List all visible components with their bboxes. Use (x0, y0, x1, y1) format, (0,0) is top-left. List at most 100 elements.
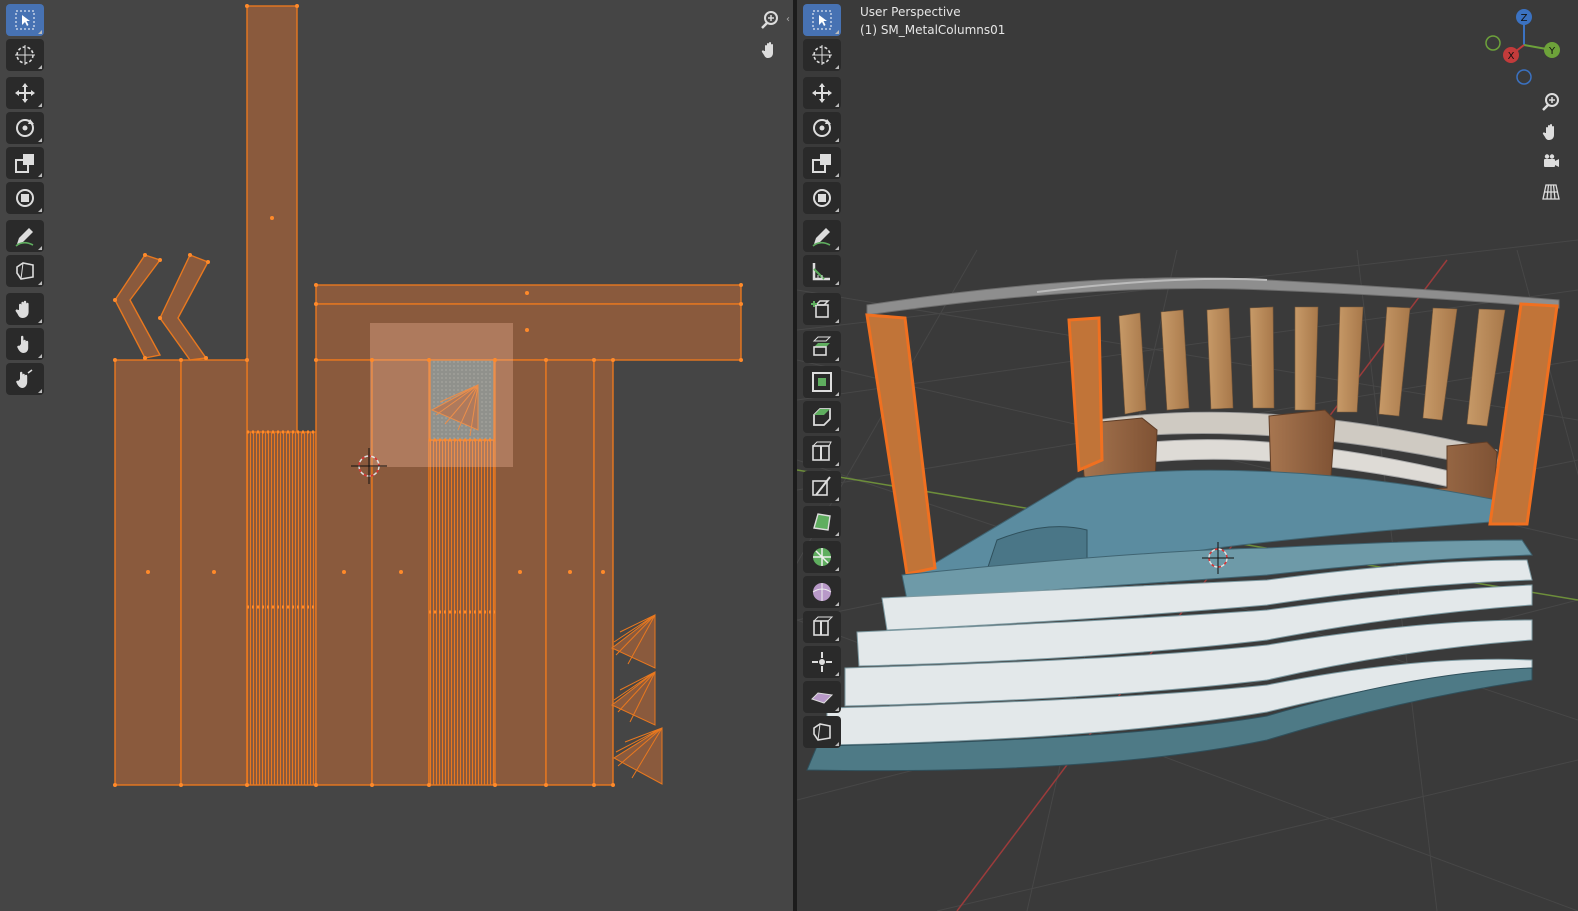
add-cube-tool[interactable] (803, 293, 841, 325)
transform-tool[interactable] (803, 182, 841, 214)
relax-brush-tool[interactable] (6, 328, 44, 360)
tool-variants-indicator (835, 65, 839, 69)
move-icon (812, 83, 832, 103)
uv-selection-overlay (370, 323, 513, 467)
edge-slide-tool[interactable] (803, 611, 841, 643)
cursor-icon (812, 45, 832, 65)
vp-zoom-button[interactable] (1538, 89, 1564, 115)
tool-variants-indicator (835, 208, 839, 212)
transform-tool[interactable] (6, 182, 44, 214)
gizmo-y-label: Y (1548, 46, 1556, 57)
select-box-tool[interactable] (6, 4, 44, 36)
rotate-icon (813, 119, 831, 137)
move-tool[interactable] (6, 77, 44, 109)
grab-brush-tool[interactable] (6, 293, 44, 325)
inset-tool[interactable] (803, 366, 841, 398)
zoom-icon (1542, 93, 1559, 111)
tool-variants-indicator (835, 567, 839, 571)
annotate-tool[interactable] (803, 220, 841, 252)
scale-tool[interactable] (803, 147, 841, 179)
smooth-tool[interactable] (803, 576, 841, 608)
select-box-tool[interactable] (803, 4, 841, 36)
grab-hand-icon (15, 300, 29, 318)
shear-icon (811, 692, 834, 704)
rotate-tool[interactable] (803, 112, 841, 144)
annotate-tool[interactable] (6, 220, 44, 252)
tool-variants-indicator (38, 281, 42, 285)
shear-tool[interactable] (803, 681, 841, 713)
pillar-left-selected[interactable] (865, 313, 937, 576)
grid-icon (1542, 184, 1560, 200)
pan-hand-icon (1542, 124, 1554, 140)
rip-region-tool[interactable] (6, 255, 44, 287)
rip-tool[interactable] (803, 716, 841, 748)
tool-variants-indicator (835, 672, 839, 676)
tool-variants-indicator (835, 357, 839, 361)
shrink-fatten-icon (812, 652, 832, 672)
tool-variants-indicator (835, 138, 839, 142)
collapse-arrow-icon[interactable]: ‹ (786, 14, 790, 25)
pillar-mid-selected[interactable] (1067, 316, 1104, 473)
relax-hand-icon (17, 335, 29, 353)
wood-slats[interactable] (1118, 306, 1506, 427)
shrink-fatten-tool[interactable] (803, 646, 841, 678)
viewport-canvas[interactable]: Z Y X (797, 0, 1578, 911)
move-icon (15, 83, 35, 103)
tool-variants-indicator (835, 707, 839, 711)
rotate-tool[interactable] (6, 112, 44, 144)
navigation-gizmo[interactable]: Z Y X (1485, 9, 1560, 85)
extrude-icon (812, 336, 832, 356)
tool-variants-indicator (835, 392, 839, 396)
camera-view-button[interactable] (1538, 149, 1564, 175)
select-box-icon (15, 10, 35, 30)
viewport-3d-pane[interactable]: Z Y X User Perspective (1) SM_MetalColum… (797, 0, 1578, 911)
tool-variants-indicator (38, 319, 42, 323)
uv-island-horizontal-bar-top[interactable] (315, 284, 742, 305)
uv-pan-button[interactable] (757, 37, 783, 63)
loop-cut-tool[interactable] (803, 436, 841, 468)
cursor-tool[interactable] (803, 39, 841, 71)
loop-cut-icon (812, 441, 832, 461)
bench-block-center[interactable] (1268, 409, 1336, 480)
rip-icon (813, 723, 831, 741)
spin-tool[interactable] (803, 541, 841, 573)
uv-island-chevron-2[interactable] (159, 254, 209, 361)
tool-variants-indicator (835, 173, 839, 177)
poly-build-icon (813, 513, 831, 531)
bevel-tool[interactable] (803, 401, 841, 433)
scale-icon (812, 154, 831, 173)
uv-canvas[interactable] (0, 0, 793, 911)
cursor-icon (15, 45, 35, 65)
uv-zoom-button[interactable] (757, 7, 783, 33)
rotate-icon (16, 119, 34, 137)
measure-tool[interactable] (803, 255, 841, 287)
extrude-tool[interactable] (803, 331, 841, 363)
ortho-toggle-button[interactable] (1538, 179, 1564, 205)
tool-variants-indicator (835, 103, 839, 107)
tool-variants-indicator (835, 319, 839, 323)
tool-variants-indicator (835, 462, 839, 466)
uv-island-tall-strip[interactable] (246, 5, 298, 437)
tool-variants-indicator (38, 65, 42, 69)
tool-variants-indicator (835, 637, 839, 641)
uv-island-chevron-1[interactable] (114, 254, 162, 359)
transform-icon (813, 189, 831, 207)
curved-steps[interactable] (806, 539, 1533, 772)
tool-variants-indicator (38, 389, 42, 393)
annotate-icon (812, 228, 831, 247)
move-tool[interactable] (803, 77, 841, 109)
tool-variants-indicator (835, 30, 839, 34)
pinch-brush-tool[interactable] (6, 363, 44, 395)
vp-pan-button[interactable] (1538, 119, 1564, 145)
uv-editor-pane[interactable]: ‹ (0, 0, 793, 911)
cursor-tool[interactable] (6, 39, 44, 71)
knife-tool[interactable] (803, 471, 841, 503)
bevel-icon (813, 408, 831, 426)
inset-icon (812, 372, 832, 392)
tool-variants-indicator (38, 30, 42, 34)
add-cube-icon (811, 300, 830, 318)
tool-variants-indicator (835, 532, 839, 536)
gizmo-x-label: X (1508, 51, 1515, 62)
poly-build-tool[interactable] (803, 506, 841, 538)
scale-tool[interactable] (6, 147, 44, 179)
